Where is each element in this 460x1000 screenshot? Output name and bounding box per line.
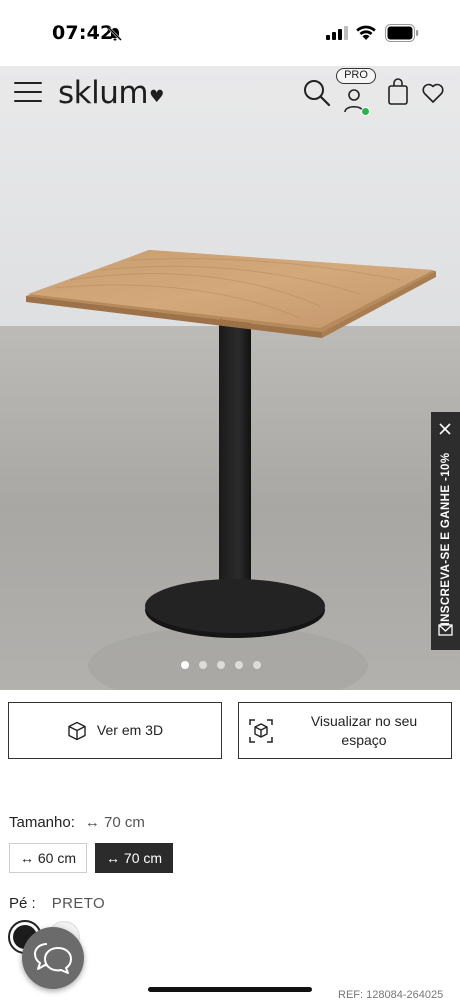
menu-button[interactable]: [14, 82, 44, 104]
wishlist-heart-icon[interactable]: [421, 82, 445, 104]
chat-bubbles-icon: [34, 943, 72, 974]
status-bar: 07:42: [0, 0, 460, 66]
foot-label: Pé :: [9, 895, 36, 912]
shopping-bag-icon[interactable]: [386, 78, 410, 106]
size-selector-header: Tamanho: ↔ 70 cm: [9, 814, 145, 831]
heart-logo-icon: ♥: [149, 87, 164, 107]
menu-icon-bar: [14, 82, 42, 84]
mail-icon: [438, 624, 453, 636]
view-3d-button[interactable]: Ver em 3D: [8, 702, 222, 759]
carousel-dot[interactable]: [235, 661, 243, 669]
cell-signal-icon: [326, 26, 348, 40]
battery-icon: [385, 24, 419, 42]
site-header: sklum♥ PRO: [0, 66, 460, 122]
product-image[interactable]: [0, 66, 460, 690]
cube-3d-icon: [68, 721, 86, 740]
ar-view-icon: [249, 719, 273, 743]
menu-icon-bar: [14, 91, 42, 93]
size-options: ↔ 60 cm ↔ 70 cm: [9, 843, 174, 873]
carousel-dot[interactable]: [199, 661, 207, 669]
brand-logo[interactable]: sklum♥: [58, 75, 164, 111]
carousel-dot[interactable]: [181, 661, 189, 669]
size-option-70[interactable]: ↔ 70 cm: [95, 843, 174, 873]
chat-button[interactable]: [22, 927, 84, 989]
status-time: 07:42: [52, 22, 114, 44]
online-status-dot: [361, 107, 370, 116]
bell-off-icon: [108, 27, 122, 41]
newsletter-label: INSCREVA-SE E GANHE -10%: [439, 452, 452, 626]
product-reference: REF: 128084-264025: [338, 989, 444, 1000]
wifi-icon: [356, 25, 376, 40]
carousel-dot[interactable]: [253, 661, 261, 669]
brand-logo-text: sklum: [58, 75, 149, 111]
foot-color-header: Pé : PRETO: [9, 895, 105, 912]
size-option-60[interactable]: ↔ 60 cm: [9, 843, 88, 873]
foot-selected-value: PRETO: [51, 895, 106, 912]
search-icon[interactable]: [302, 78, 332, 108]
pro-badge[interactable]: PRO: [336, 68, 376, 84]
close-icon[interactable]: [438, 422, 452, 436]
view-in-space-button[interactable]: Visualizar no seu espaço: [238, 702, 452, 759]
menu-icon-bar: [14, 100, 42, 102]
size-label: Tamanho:: [9, 814, 75, 831]
newsletter-side-tab[interactable]: INSCREVA-SE E GANHE -10%: [431, 412, 460, 650]
carousel-dot[interactable]: [217, 661, 225, 669]
view-3d-label: Ver em 3D: [96, 722, 164, 738]
product-photo: [0, 66, 460, 690]
size-selected-value: ↔ 70 cm: [84, 814, 145, 831]
carousel-dots: [181, 661, 261, 671]
home-indicator: [148, 987, 312, 992]
view-in-space-label: Visualizar no seu espaço: [310, 712, 418, 748]
